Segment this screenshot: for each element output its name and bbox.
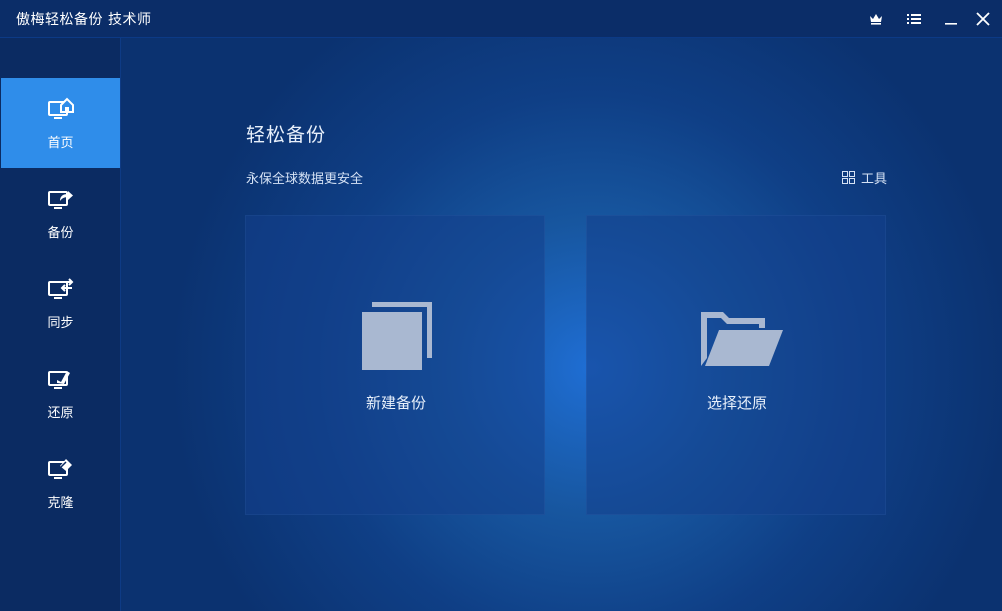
title-bar: 傲梅轻松备份 技术师 bbox=[0, 0, 1002, 38]
minimize-icon[interactable] bbox=[938, 6, 964, 32]
menu-icon[interactable] bbox=[901, 6, 927, 32]
sidebar-item-restore[interactable]: 还原 bbox=[1, 348, 120, 438]
select-restore-label: 选择还原 bbox=[706, 394, 767, 412]
sidebar-item-label: 首页 bbox=[47, 135, 74, 151]
sidebar-item-clone[interactable]: 克隆 bbox=[1, 438, 120, 528]
page-subtitle: 永保全球数据更安全 bbox=[246, 172, 364, 187]
sidebar: 首页 备份 同步 还原 克隆 bbox=[0, 38, 121, 611]
sidebar-item-backup[interactable]: 备份 bbox=[1, 168, 120, 258]
sidebar-item-sync[interactable]: 同步 bbox=[1, 258, 120, 348]
sidebar-item-label: 备份 bbox=[47, 225, 74, 241]
select-restore-card[interactable]: 选择还原 bbox=[586, 215, 886, 515]
sync-monitor-icon bbox=[47, 277, 73, 299]
grid-icon bbox=[842, 171, 855, 184]
sidebar-item-home[interactable]: 首页 bbox=[1, 78, 120, 168]
tools-label: 工具 bbox=[861, 172, 888, 187]
backup-monitor-icon bbox=[47, 190, 73, 209]
sidebar-item-label: 同步 bbox=[47, 315, 74, 331]
page-title: 轻松备份 bbox=[246, 124, 327, 146]
crown-icon[interactable] bbox=[863, 6, 889, 32]
new-backup-icon bbox=[362, 302, 432, 370]
folder-open-icon bbox=[701, 312, 783, 366]
tools-button[interactable]: 工具 bbox=[842, 168, 887, 187]
sidebar-item-label: 克隆 bbox=[47, 495, 74, 511]
restore-monitor-icon bbox=[47, 370, 70, 389]
new-backup-label: 新建备份 bbox=[365, 394, 426, 412]
new-backup-card[interactable]: 新建备份 bbox=[245, 215, 545, 515]
close-icon[interactable] bbox=[970, 6, 996, 32]
main-content: 轻松备份 永保全球数据更安全 工具 新建备份 选择还原 bbox=[121, 38, 1002, 611]
app-window: 傲梅轻松备份 技术师 首页 备份 同步 还原 克隆 轻松备份 永保全球数据更安全… bbox=[0, 0, 1002, 611]
sidebar-item-label: 还原 bbox=[47, 405, 74, 421]
app-title: 傲梅轻松备份 技术师 bbox=[16, 12, 152, 28]
clone-monitor-icon bbox=[47, 458, 72, 479]
home-monitor-icon bbox=[47, 97, 74, 119]
